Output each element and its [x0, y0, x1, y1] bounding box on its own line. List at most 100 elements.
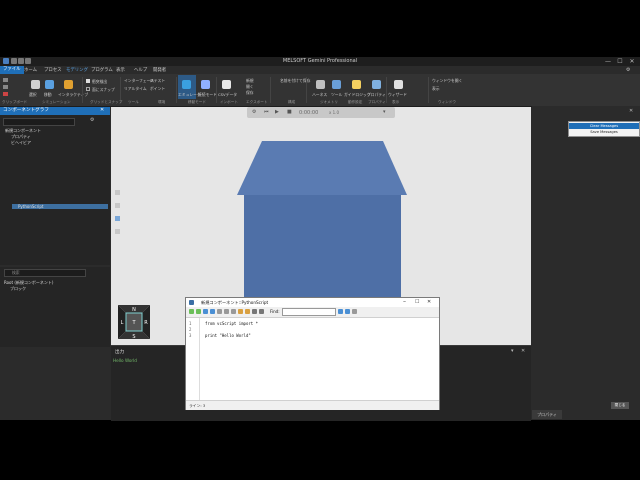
tools-icon[interactable] [332, 80, 341, 89]
group-label-window: ウィンドウ [438, 100, 456, 104]
outdent-icon[interactable] [259, 309, 264, 314]
ribbon-item-irtest[interactable]: IRテスト [150, 78, 165, 84]
close-button[interactable]: 閉じる [611, 402, 629, 409]
chevron-down-icon[interactable]: ▾ [383, 109, 386, 115]
interactive-button-label[interactable]: インタラクティブ [58, 92, 88, 98]
connect-icon[interactable] [201, 80, 210, 89]
wizard-icon[interactable] [394, 80, 403, 89]
navigation-cube[interactable]: N L T R S [116, 303, 152, 341]
editor-title-bar: 新規コンポーネント::PythonScript – ☐ ✕ [186, 298, 439, 307]
property-icon[interactable] [372, 80, 381, 89]
menu-view[interactable]: 表示 [116, 67, 125, 73]
open-icon[interactable] [210, 309, 215, 314]
move-icon[interactable] [45, 80, 54, 89]
minimize-icon[interactable]: — [602, 57, 614, 66]
indent-icon[interactable] [252, 309, 257, 314]
tree-item-block[interactable]: ブロック [10, 286, 26, 292]
menu-item-save-messages[interactable]: Save Messages [569, 129, 639, 135]
menu-program[interactable]: プログラム [91, 67, 113, 73]
undo-icon[interactable] [238, 309, 243, 314]
move-button-label[interactable]: 移動 [44, 92, 52, 98]
viewport-tool-icon[interactable] [115, 190, 120, 195]
find-options-icon[interactable] [352, 309, 357, 314]
find-next-icon[interactable] [345, 309, 350, 314]
navcube-left-label: L [121, 320, 124, 326]
ribbon-item-display[interactable]: 表示 [432, 86, 440, 92]
settings-icon[interactable]: ⚙ [252, 109, 256, 115]
maximize-icon[interactable]: ☐ [415, 299, 419, 305]
filter-icon[interactable]: ⚙ [90, 117, 94, 123]
csv-button-label[interactable]: CSVデータ [218, 92, 237, 98]
pin-icon[interactable]: ▾ [511, 348, 514, 354]
code-editor[interactable]: from vcScript import * print "Hello Worl… [200, 318, 439, 400]
redo-icon[interactable] [245, 309, 250, 314]
close-icon[interactable]: ✕ [100, 107, 104, 113]
menu-modeling[interactable]: モデリング [66, 67, 88, 73]
play-icon[interactable]: ▶ [275, 109, 279, 115]
viewport-tool-icon[interactable] [115, 216, 120, 221]
line-number-gutter: 1 2 3 [186, 318, 200, 400]
wizard-button-label[interactable]: ウィザード [388, 92, 407, 98]
ribbon-item-point[interactable]: ボイント [150, 86, 165, 92]
line-number: 1 [189, 321, 192, 326]
guide-icon[interactable] [352, 80, 361, 89]
close-icon[interactable]: ✕ [626, 57, 638, 66]
line-number: 2 [189, 327, 192, 332]
menu-process[interactable]: プロセス [44, 67, 62, 73]
paste-icon[interactable] [231, 309, 236, 314]
harness-icon[interactable] [316, 80, 325, 89]
maximize-icon[interactable]: ☐ [614, 57, 626, 66]
group-separator [428, 77, 429, 103]
app-title: MELSOFT Gemini Professional [282, 58, 358, 64]
tree-item-selected[interactable]: PythonScript [18, 204, 43, 209]
find-input[interactable] [282, 308, 336, 316]
copy-icon[interactable] [3, 85, 8, 89]
harness-button-label[interactable]: ハーネス [312, 92, 327, 98]
delete-icon[interactable] [3, 92, 8, 96]
menu-help[interactable]: ヘルプ [134, 67, 147, 73]
tree-item[interactable]: ビヘイビア [11, 140, 31, 146]
save-icon[interactable] [203, 309, 208, 314]
run-icon[interactable] [189, 309, 194, 314]
close-icon[interactable]: ✕ [629, 108, 633, 114]
close-icon[interactable]: ✕ [427, 299, 431, 305]
property-button-label[interactable]: プロパティ [367, 92, 386, 98]
select-button-label[interactable]: 選択 [29, 92, 37, 98]
cursor-icon[interactable] [31, 80, 40, 89]
menu-file[interactable]: ファイル [0, 66, 24, 74]
editor-title: 新規コンポーネント::PythonScript [201, 300, 269, 305]
menu-developer[interactable]: 開発者 [153, 67, 166, 73]
navcube-top-label: N [132, 307, 136, 313]
group-separator [82, 77, 83, 103]
rewind-icon[interactable]: ⏮ [264, 109, 269, 115]
group-label-import: インポート [220, 100, 238, 104]
stop-icon[interactable]: ■ [287, 109, 292, 115]
interactive-icon[interactable] [64, 80, 73, 89]
connect-button-label[interactable]: 接続モード [198, 92, 217, 98]
navcube-bottom-label: S [132, 334, 135, 340]
settings-icon[interactable]: ⚙ [626, 67, 630, 73]
viewport-tool-icon[interactable] [115, 229, 120, 234]
cut-icon[interactable] [217, 309, 222, 314]
group-separator [176, 77, 177, 103]
find-prev-icon[interactable] [338, 309, 343, 314]
tab-properties[interactable]: プロパティ [532, 410, 562, 419]
ribbon-item-open-window[interactable]: ウィンドウを開く [432, 78, 462, 84]
checkbox-snap[interactable] [86, 87, 90, 91]
close-icon[interactable]: ✕ [521, 348, 525, 354]
component-graph-panel: コンポーネントグラフ ✕ ⚙ 新規コンポーネント プロパティ ビヘイビア [0, 107, 110, 265]
minimize-icon[interactable]: – [403, 298, 406, 305]
checkbox-collision[interactable] [86, 79, 90, 83]
compile-icon[interactable] [196, 309, 201, 314]
menu-home[interactable]: ホーム [24, 67, 37, 73]
viewport-tool-icon[interactable] [115, 203, 120, 208]
ribbon-item-save[interactable]: 保存 [246, 90, 254, 96]
ribbon-item-realtime[interactable]: リアルタイム [124, 86, 147, 92]
tree-search-input[interactable] [3, 118, 75, 126]
paste-icon[interactable] [3, 78, 8, 82]
tools-button-label[interactable]: ツール [331, 92, 342, 98]
editor-toolbar: Find: [186, 307, 439, 318]
emulator-icon[interactable] [182, 80, 191, 89]
copy-icon[interactable] [224, 309, 229, 314]
csv-icon[interactable] [222, 80, 231, 89]
